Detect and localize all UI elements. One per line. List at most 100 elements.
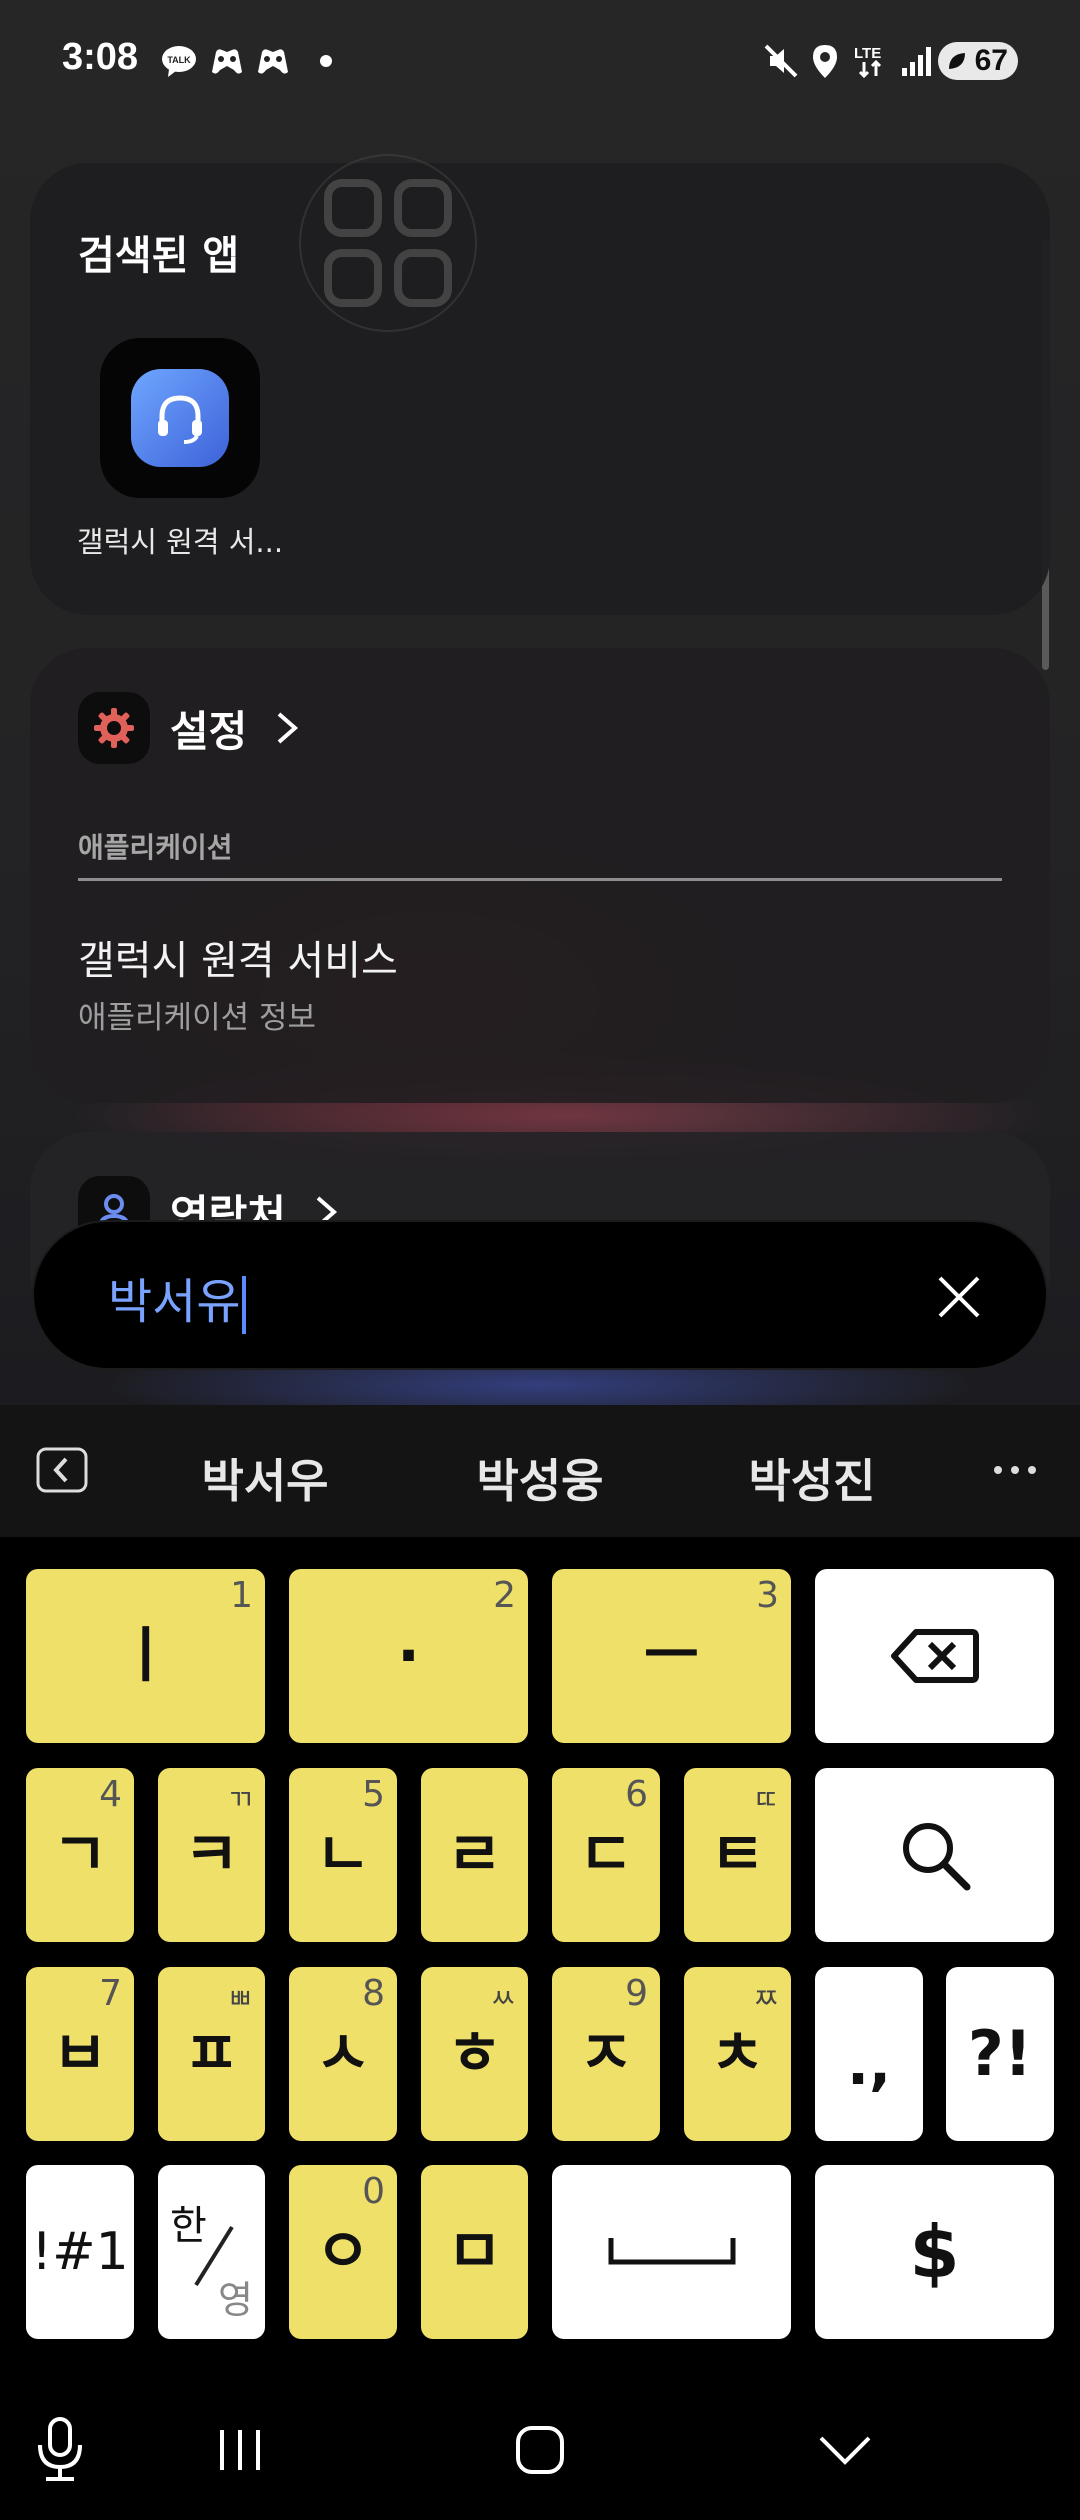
svg-text:LTE: LTE [854,45,881,62]
key-label: ㅋ [183,1820,240,1890]
key-mieum[interactable]: ㅁ [421,2165,528,2339]
signal-icon [902,47,931,76]
key-label: ㅌ [709,1820,766,1890]
svg-text:TALK: TALK [167,55,191,65]
home-button[interactable] [500,2410,580,2490]
recent-apps-button[interactable] [200,2410,280,2490]
settings-header[interactable]: 설정 [78,688,303,768]
backspace-key[interactable] [815,1569,1054,1743]
settings-result-item[interactable]: 갤럭시 원격 서비스 애플리케이션 정보 [30,908,1050,1078]
key-label: ㄴ [315,1820,371,1890]
key-pieup[interactable]: ㅍㅃ [158,1967,265,2141]
app-label: 갤럭시 원격 서... [76,525,284,559]
close-icon [938,1276,980,1318]
searched-apps-card: 검색된 앱 갤럭시 원격 서... [30,154,1050,615]
key-sup: 4 [99,1774,122,1815]
key-kieuk[interactable]: ㅋㄲ [158,1768,265,1942]
key-sup: ㅆ [490,1982,516,2015]
game-icon [212,49,242,74]
headset-icon [131,369,229,467]
key-ieung[interactable]: ㅇ0 [289,2165,397,2339]
key-vowel-i[interactable]: ㅣ1 [26,1569,265,1743]
search-query: 박서유 [108,1274,241,1330]
space-key[interactable] [552,2165,791,2339]
key-vowel-eu[interactable]: ㅡ3 [552,1569,791,1743]
key-sup: ㄲ [227,1783,253,1816]
battery-indicator: 67 [938,42,1018,80]
currency-key[interactable]: $ [815,2165,1054,2339]
divider [78,878,1002,881]
key-sup: 2 [493,1575,516,1616]
key-sup: ㅃ [227,1982,253,2015]
keyboard: ㅣ1 · 2 ㅡ3 ㄱ4 ㅋㄲ ㄴ5 ㄹ ㄷ6 ㅌㄸ ㅂ7 ㅍㅃ ㅅ8 ㅎㅆ ㅈ9… [0,1537,1080,2380]
search-key[interactable] [815,1768,1054,1942]
key-label: !#1 [31,2222,129,2282]
card-title: 검색된 앱 [78,233,240,279]
key-chieut[interactable]: ㅊㅉ [684,1967,791,2141]
key-sup: 1 [230,1575,253,1616]
keyboard-suggestion-bar: 박서우 박성웅 박성진 [0,1405,1080,1537]
keyboard-toolbar-back-icon[interactable] [36,1447,88,1493]
key-label: ., [846,2030,892,2098]
space-bar-icon [608,2238,735,2265]
key-siot[interactable]: ㅅ8 [289,1967,397,2141]
search-input[interactable]: 박서유 [108,1262,247,1334]
result-title: 갤럭시 원격 서비스 [78,938,398,984]
key-label: $ [909,2210,960,2294]
key-punct-question-exclaim[interactable]: ?! [946,1967,1054,2141]
key-label: ㄱ [52,1820,108,1890]
key-vowel-dot[interactable]: · 2 [289,1569,528,1743]
leaf-icon [949,53,965,69]
key-label: ㅊ [709,2019,766,2089]
key-punct-period-comma[interactable]: ., [815,1967,923,2141]
key-label: ㅅ [315,2019,371,2089]
key-nieun[interactable]: ㄴ5 [289,1768,397,1942]
search-bar[interactable]: 박서유 [32,1220,1048,1370]
key-sup: 7 [99,1973,122,2014]
mute-icon [764,44,798,78]
galaxy-remote-service-app[interactable] [100,338,260,498]
key-label: ㅂ [52,2019,108,2089]
language-switch-key[interactable]: 한 영 [158,2165,265,2339]
key-label: ㅁ [446,2217,503,2287]
more-options-icon[interactable] [990,1450,1040,1490]
key-sup: ㄸ [753,1783,779,1816]
key-hieut[interactable]: ㅎㅆ [421,1967,528,2141]
key-label: ㅡ [643,1621,700,1691]
key-label: ㄹ [446,1820,503,1890]
clear-search-button[interactable] [924,1262,994,1332]
kakaotalk-icon: TALK [162,46,196,77]
subheader: 애플리케이션 [78,831,233,864]
key-bieup[interactable]: ㅂ7 [26,1967,134,2141]
hide-keyboard-button[interactable] [805,2410,885,2490]
settings-gear-icon [78,692,150,764]
key-digeut[interactable]: ㄷ6 [552,1768,660,1942]
suggestion-2[interactable]: 박성웅 [430,1445,650,1511]
key-tieut[interactable]: ㅌㄸ [684,1768,791,1942]
key-sup: 3 [756,1575,779,1616]
result-subtitle: 애플리케이션 정보 [78,1000,317,1036]
lang-english-label: 영 [218,2278,253,2322]
key-sup: 8 [362,1973,385,2014]
key-jieut[interactable]: ㅈ9 [552,1967,660,2141]
key-giyeok[interactable]: ㄱ4 [26,1768,134,1942]
apps-grid-icon [299,154,477,332]
key-label: ㅎ [446,2019,503,2089]
suggestion-1[interactable]: 박서우 [155,1445,375,1511]
voice-input-button[interactable] [20,2410,100,2490]
symbols-key[interactable]: !#1 [26,2165,134,2339]
search-icon [902,1823,970,1891]
status-time: 3:08 [62,36,139,78]
text-caret [242,1276,247,1334]
navigation-bar [0,2380,1080,2520]
status-bar: 3:08 TALK LTE 67 [0,0,1080,125]
suggestion-3[interactable]: 박성진 [702,1445,922,1511]
key-label: ㅈ [578,2019,634,2089]
key-label: ?! [967,2017,1033,2090]
key-label: ㄷ [578,1820,634,1890]
key-sup: 6 [625,1774,648,1815]
key-rieul[interactable]: ㄹ [421,1768,528,1942]
recents-icon [220,2430,260,2470]
home-icon [516,2426,564,2474]
chevron-down-icon [819,2436,871,2465]
